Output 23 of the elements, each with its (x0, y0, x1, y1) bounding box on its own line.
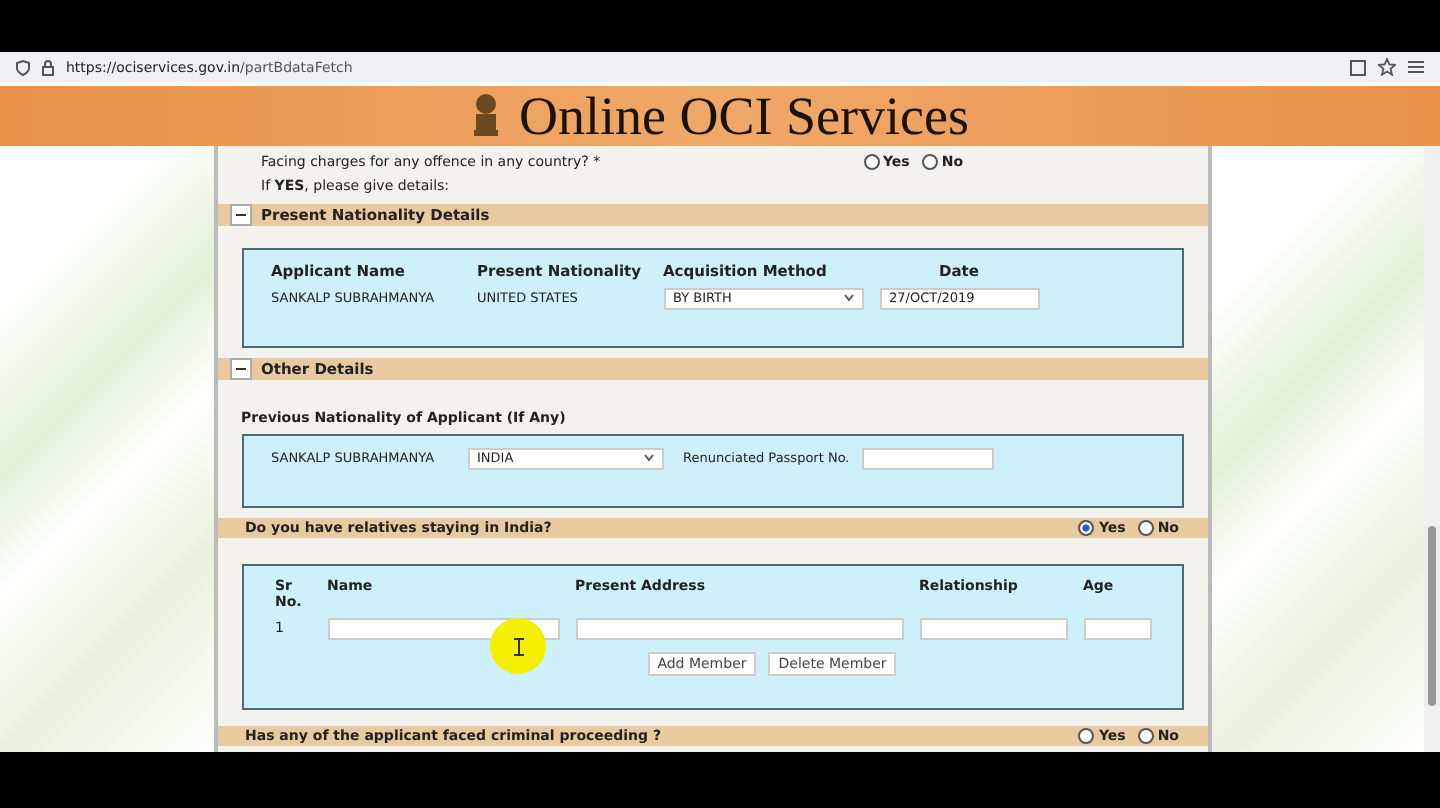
bookmark-icon[interactable] (1350, 59, 1366, 75)
age-field[interactable] (1083, 617, 1151, 640)
emblem-icon (471, 92, 500, 140)
radio-button[interactable] (1137, 520, 1154, 537)
radio-button[interactable] (1137, 727, 1154, 744)
shield-icon (16, 59, 30, 75)
radio-button[interactable] (1078, 727, 1095, 744)
text-cursor-icon (513, 637, 523, 655)
lock-icon (42, 59, 54, 75)
chevron-down-icon (643, 454, 653, 463)
radio-button[interactable] (921, 154, 938, 170)
collapse-icon[interactable] (229, 204, 251, 226)
menu-icon[interactable] (1408, 60, 1424, 74)
passport-field[interactable] (861, 447, 994, 470)
radio-button[interactable] (863, 154, 879, 170)
scrollbar[interactable] (1424, 146, 1440, 752)
chevron-down-icon (843, 294, 853, 303)
star-icon[interactable] (1378, 58, 1396, 76)
radio-button[interactable] (1078, 520, 1095, 537)
collapse-icon[interactable] (229, 357, 251, 380)
relationship-field[interactable] (919, 617, 1067, 640)
address-field[interactable] (575, 617, 903, 640)
site-title: Online OCI Services (519, 85, 969, 147)
